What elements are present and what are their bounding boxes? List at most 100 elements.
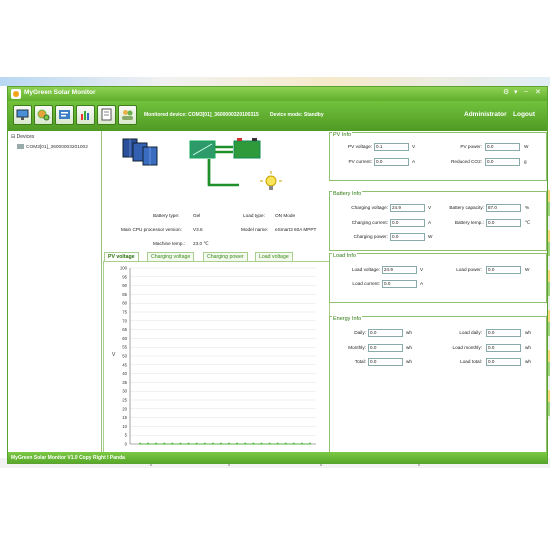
- pv-power-label: PV power:: [460, 144, 482, 149]
- y-tick-label: 80: [122, 301, 127, 306]
- pv-current-unit: A: [412, 159, 416, 164]
- toolbar-history-button[interactable]: [55, 105, 74, 125]
- load-total-field[interactable]: 0.0: [486, 358, 521, 366]
- monitored-device-text: Monitored device: COM3[01]_3600000320100…: [144, 112, 259, 118]
- y-tick-label: 35: [122, 380, 127, 385]
- gears-icon: [37, 109, 50, 121]
- y-tick-label: 40: [122, 371, 127, 376]
- tree-item-device[interactable]: COM3[01]_36000003201002: [17, 144, 88, 150]
- charging-current-field[interactable]: 0.0: [390, 219, 425, 227]
- load-current-field[interactable]: 0.0: [382, 280, 417, 288]
- y-tick-label: 0: [125, 442, 128, 447]
- charging-current-unit: A: [428, 220, 432, 225]
- load-total-unit: wh: [525, 359, 531, 364]
- y-axis-label: V: [112, 352, 116, 358]
- toolbar: Monitored device: COM3[01]_3600000320100…: [8, 101, 547, 131]
- data-point: [163, 442, 166, 445]
- load-daily-label: Load daily:: [459, 330, 482, 335]
- energy-info-title: Energy Info: [332, 316, 363, 322]
- settings-gear-icon[interactable]: ⚙: [503, 88, 509, 96]
- pv-voltage-unit: V: [412, 144, 416, 149]
- charging-power-unit: W: [428, 234, 433, 239]
- y-tick-label: 30: [122, 389, 127, 394]
- monthly-field[interactable]: 0.0: [368, 344, 403, 352]
- charging-voltage-field[interactable]: 24.9: [390, 204, 425, 212]
- tab-pv-voltage[interactable]: PV voltage: [104, 252, 139, 261]
- load-type-label: Load type:: [243, 213, 265, 218]
- bar-chart-icon: [81, 111, 89, 120]
- pv-voltage-label: PV voltage:: [348, 144, 372, 149]
- status-text: MyGreen Solar Monitor V1.0 Copy Right I …: [11, 455, 125, 461]
- charging-power-field[interactable]: 0.0: [390, 233, 425, 241]
- toolbar-export-button[interactable]: [97, 105, 116, 125]
- data-point: [301, 442, 303, 445]
- battery-type-label: Battery type:: [153, 213, 180, 218]
- monthly-label: Monthly:: [348, 345, 366, 350]
- minimize-icon[interactable]: –: [524, 88, 528, 95]
- y-tick-label: 70: [122, 318, 127, 323]
- reduced-co2-label: Reduced CO2:: [450, 159, 482, 164]
- tab-charging-power[interactable]: Charging power: [203, 252, 248, 261]
- load-power-field[interactable]: 0.0: [486, 266, 521, 274]
- data-point: [195, 442, 198, 445]
- y-tick-label: 15: [122, 415, 127, 420]
- load-daily-field[interactable]: 0.0: [486, 329, 521, 337]
- battery-info-group: Battery Info Charging voltage: 24.9 V Ba…: [329, 191, 547, 251]
- battery-temp-field[interactable]: 0.0: [486, 219, 521, 227]
- load-monthly-label: Load monthly:: [452, 345, 482, 350]
- toolbar-users-button[interactable]: [118, 105, 137, 125]
- data-point: [187, 442, 190, 445]
- data-point: [220, 442, 222, 445]
- total-field[interactable]: 0.0: [368, 358, 403, 366]
- monthly-unit: wh: [406, 345, 412, 350]
- total-unit: wh: [406, 359, 412, 364]
- load-total-label: Load total:: [460, 359, 482, 364]
- battery-temp-unit: ℃: [525, 220, 531, 225]
- system-diagram: [122, 138, 282, 190]
- load-info-title: Load Info: [332, 253, 357, 259]
- load-monthly-unit: wh: [525, 345, 531, 350]
- daily-field[interactable]: 0.0: [368, 329, 403, 337]
- reduced-co2-field[interactable]: 0.0: [485, 158, 520, 166]
- user-name: Administrator: [464, 111, 507, 118]
- battery-capacity-field[interactable]: 87.0: [486, 204, 521, 212]
- battery-icon: [233, 140, 261, 159]
- pv-voltage-field[interactable]: 0.1: [374, 143, 409, 151]
- window-title: MyGreen Solar Monitor: [24, 89, 96, 96]
- load-power-label: Load power:: [456, 267, 482, 272]
- cpu-version-label: Main CPU processor version:: [121, 227, 182, 232]
- users-icon: [122, 110, 133, 120]
- data-point: [252, 442, 255, 445]
- close-icon[interactable]: ✕: [535, 88, 541, 96]
- status-bar: MyGreen Solar Monitor V1.0 Copy Right I …: [8, 452, 547, 463]
- charging-voltage-label: Charging voltage:: [351, 205, 388, 210]
- panel-icon: [59, 110, 70, 119]
- logout-link[interactable]: Logout: [513, 111, 535, 118]
- tree-item-label: COM3[01]_36000003201002: [26, 144, 88, 150]
- lightbulb-icon: [260, 171, 282, 190]
- tab-load-voltage[interactable]: Load voltage: [255, 252, 293, 261]
- document-icon: [101, 108, 112, 121]
- toolbar-settings-button[interactable]: [34, 105, 53, 125]
- data-point: [276, 442, 279, 445]
- load-power-unit: W: [525, 267, 530, 272]
- data-point: [147, 442, 149, 445]
- pv-info-group: PV Info PV voltage: 0.1 V PV power: 0.0 …: [329, 132, 547, 181]
- reduced-co2-unit: g: [524, 159, 527, 164]
- pv-power-field[interactable]: 0.0: [485, 143, 520, 151]
- toolbar-chart-button[interactable]: [76, 105, 95, 125]
- y-tick-label: 75: [122, 310, 127, 315]
- tab-charging-voltage[interactable]: Charging voltage: [147, 252, 195, 261]
- load-voltage-field[interactable]: 24.9: [382, 266, 417, 274]
- voltage-chart: 100 95 90 85 80 75 70 65 60 55 50 45 40 35 30 25 20 15 10 5…: [103, 261, 330, 453]
- total-label: Total:: [354, 359, 366, 364]
- tree-root-devices[interactable]: ⊟ Devices: [11, 134, 34, 140]
- toolbar-devices-button[interactable]: [13, 105, 32, 125]
- data-point: [139, 442, 141, 445]
- dropdown-arrow-icon[interactable]: ▾: [514, 88, 518, 96]
- load-info-group: Load Info Load voltage: 24.9 V Load powe…: [329, 253, 547, 303]
- device-mode-text: Device mode: Standby: [270, 112, 324, 118]
- pv-current-field[interactable]: 0.0: [374, 158, 409, 166]
- right-panel: PV Info PV voltage: 0.1 V PV power: 0.0 …: [329, 131, 547, 453]
- load-monthly-field[interactable]: 0.0: [486, 344, 521, 352]
